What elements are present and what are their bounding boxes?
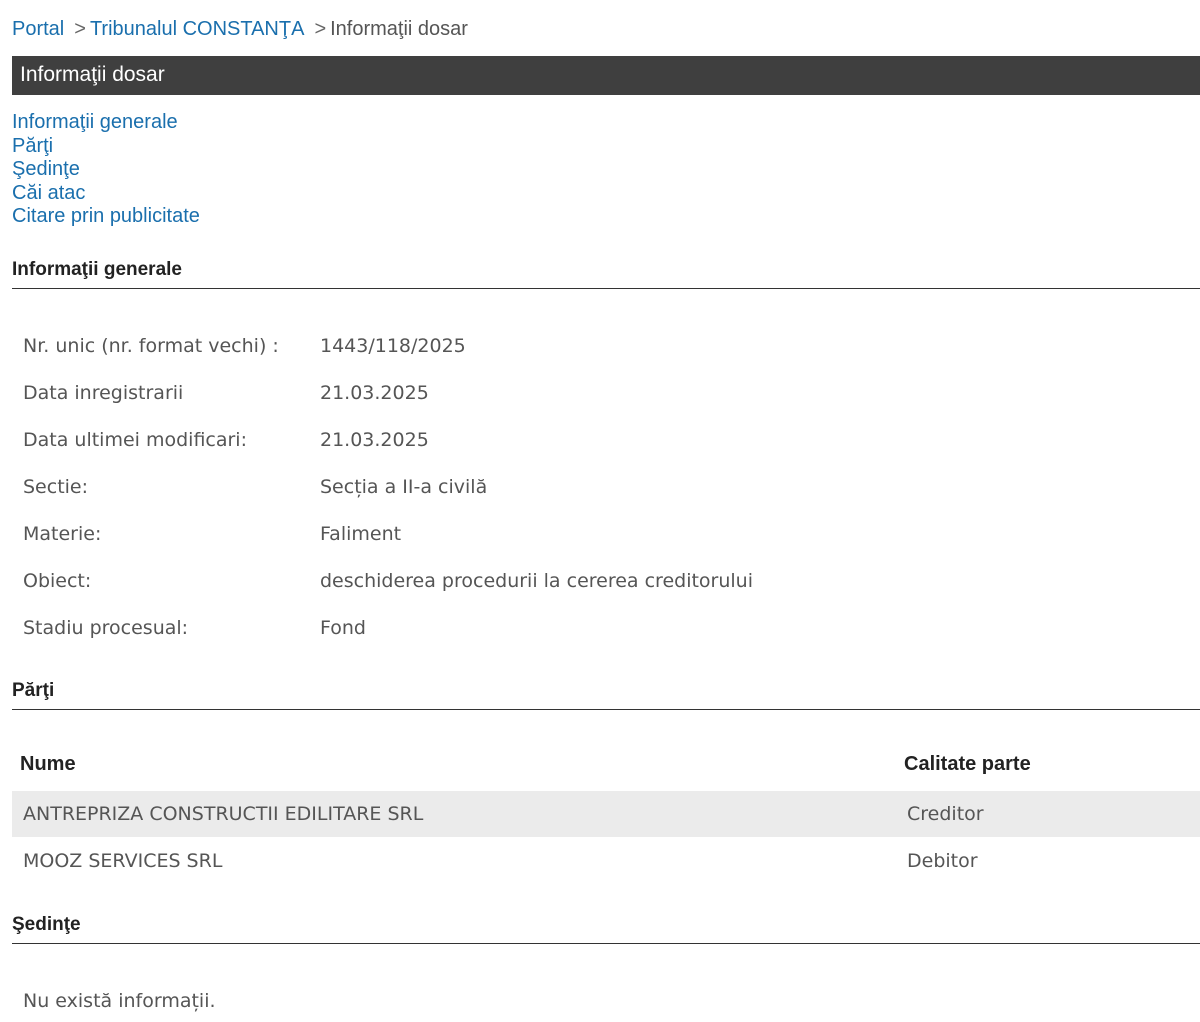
nav-link-informatii-generale[interactable]: Informaţii generale	[12, 111, 200, 135]
breadcrumb-current: Informaţii dosar	[330, 18, 468, 40]
info-label: Obiect:	[23, 570, 92, 592]
info-label: Materie:	[23, 523, 102, 545]
page-title-bar: Informaţii dosar	[12, 56, 1200, 95]
info-label: Nr. unic (nr. format vechi) :	[23, 335, 279, 357]
info-label: Data ultimei modificari:	[23, 429, 247, 451]
section-heading-label: Şedinţe	[12, 914, 81, 935]
page-title: Informaţii dosar	[20, 63, 165, 86]
section-heading-informatii-generale: Informaţii generale	[12, 259, 1200, 289]
column-header-calitate-parte: Calitate parte	[904, 753, 1031, 775]
table-row: ANTREPRIZA CONSTRUCTII EDILITARE SRL Cre…	[12, 791, 1200, 837]
info-label: Sectie:	[23, 476, 89, 498]
parti-table-header: Nume Calitate parte	[12, 745, 1200, 785]
nav-link-sedinte[interactable]: Şedinţe	[12, 158, 200, 182]
section-heading-sedinte: Şedinţe	[12, 914, 1200, 944]
sedinte-empty-message: Nu există informații.	[23, 990, 216, 1012]
breadcrumb-portal-link[interactable]: Portal	[12, 18, 64, 40]
party-name: ANTREPRIZA CONSTRUCTII EDILITARE SRL	[23, 803, 424, 825]
info-value: deschiderea procedurii la cererea credit…	[320, 570, 754, 592]
nav-link-citare-prin-publicitate[interactable]: Citare prin publicitate	[12, 205, 200, 229]
info-value: 21.03.2025	[320, 382, 429, 404]
page: Portal > Tribunalul CONSTANŢA > Informaţii d…	[0, 0, 1200, 1022]
info-value: 21.03.2025	[320, 429, 429, 451]
section-heading-parti: Părţi	[12, 680, 1200, 710]
party-role: Debitor	[907, 850, 978, 872]
column-header-nume: Nume	[20, 753, 76, 775]
section-heading-label: Informaţii generale	[12, 259, 182, 280]
info-value: Secția a II-a civilă	[320, 476, 488, 498]
breadcrumb-separator: >	[74, 18, 86, 40]
breadcrumb-court-link[interactable]: Tribunalul CONSTANŢA	[90, 18, 305, 40]
info-value: Faliment	[320, 523, 402, 545]
breadcrumb: Portal > Tribunalul CONSTANŢA > Informaţii d…	[12, 16, 468, 42]
section-heading-label: Părţi	[12, 680, 55, 701]
info-label: Stadiu procesual:	[23, 617, 189, 639]
party-name: MOOZ SERVICES SRL	[23, 850, 223, 872]
info-label: Data inregistrarii	[23, 382, 184, 404]
party-role: Creditor	[907, 803, 984, 825]
info-value: 1443/118/2025	[320, 335, 466, 357]
table-row: MOOZ SERVICES SRL Debitor	[12, 838, 1200, 884]
breadcrumb-separator: >	[314, 18, 327, 40]
section-nav: Informaţii generale Părţi Şedinţe Căi at…	[12, 111, 200, 229]
nav-link-cai-atac[interactable]: Căi atac	[12, 182, 200, 206]
info-value: Fond	[320, 617, 366, 639]
nav-link-parti[interactable]: Părţi	[12, 135, 200, 159]
